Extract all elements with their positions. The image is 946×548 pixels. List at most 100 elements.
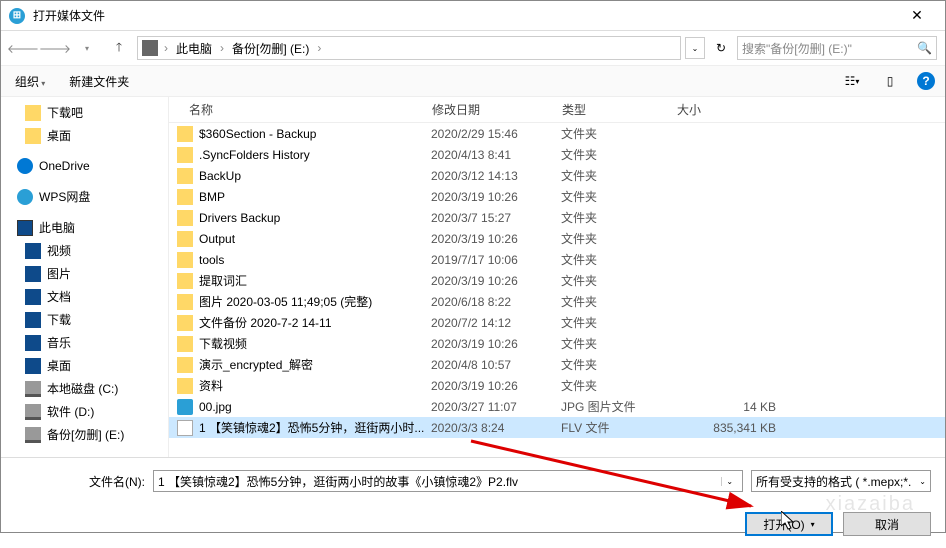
sidebar: 下载吧 桌面 OneDrive WPS网盘 此电脑 视频 图片 文档 下载 音乐… [1, 97, 169, 457]
address-bar[interactable]: › 此电脑 › 备份[勿删] (E:) › [137, 36, 681, 60]
sidebar-item-downloadba[interactable]: 下载吧 [1, 101, 168, 124]
cancel-button[interactable]: 取消 [843, 512, 931, 536]
newfolder-button[interactable]: 新建文件夹 [65, 71, 133, 92]
file-icon [177, 399, 193, 415]
file-row[interactable]: 演示_encrypted_解密2020/4/8 10:57文件夹 [169, 354, 945, 375]
sidebar-item-drive-e[interactable]: 备份[勿删] (E:) [1, 423, 168, 446]
file-type: 文件夹 [561, 314, 676, 331]
chevron-right-icon[interactable]: › [162, 41, 170, 55]
file-row[interactable]: Output2020/3/19 10:26文件夹 [169, 228, 945, 249]
filename-input-wrap: ⌄ [153, 470, 743, 492]
filename-input[interactable] [158, 474, 721, 488]
file-name: 00.jpg [199, 400, 431, 414]
window-title: 打开媒体文件 [33, 7, 897, 24]
folder-icon [177, 252, 193, 268]
file-name: $360Section - Backup [199, 127, 431, 141]
sidebar-item-pictures[interactable]: 图片 [1, 262, 168, 285]
downloads-icon [25, 312, 41, 328]
file-row[interactable]: Drivers Backup2020/3/7 15:27文件夹 [169, 207, 945, 228]
close-button[interactable]: ✕ [897, 7, 937, 24]
pictures-icon [25, 266, 41, 282]
file-row[interactable]: tools2019/7/17 10:06文件夹 [169, 249, 945, 270]
back-button[interactable]: 🡐 [9, 34, 37, 62]
file-type: 文件夹 [561, 125, 676, 142]
drive-icon [25, 404, 41, 420]
sidebar-item-desktop[interactable]: 桌面 [1, 124, 168, 147]
organize-button[interactable]: 组织 [11, 71, 49, 92]
folder-icon [177, 378, 193, 394]
file-type: JPG 图片文件 [561, 398, 676, 415]
file-row[interactable]: 资料2020/3/19 10:26文件夹 [169, 375, 945, 396]
breadcrumb-pc[interactable]: 此电脑 [174, 40, 214, 57]
sidebar-item-desktop2[interactable]: 桌面 [1, 354, 168, 377]
file-name: BMP [199, 190, 431, 204]
recent-dropdown[interactable]: ▾ [73, 34, 101, 62]
column-size[interactable]: 大小 [669, 101, 769, 118]
bottom-panel: 文件名(N): ⌄ 所有受支持的格式 ( *.mepx;*. ⌄ 打开(O)▾ … [1, 457, 945, 548]
file-date: 2020/4/8 10:57 [431, 358, 561, 372]
file-type: 文件夹 [561, 251, 676, 268]
file-type: 文件夹 [561, 230, 676, 247]
file-row[interactable]: 下载视频2020/3/19 10:26文件夹 [169, 333, 945, 354]
sidebar-item-music[interactable]: 音乐 [1, 331, 168, 354]
chevron-right-icon[interactable]: › [218, 41, 226, 55]
file-name: .SyncFolders History [199, 148, 431, 162]
file-icon [177, 420, 193, 436]
sidebar-item-wps[interactable]: WPS网盘 [1, 185, 168, 208]
file-row[interactable]: 00.jpg2020/3/27 11:07JPG 图片文件14 KB [169, 396, 945, 417]
sidebar-item-downloads[interactable]: 下载 [1, 308, 168, 331]
titlebar: ⊞ 打开媒体文件 ✕ [1, 1, 945, 31]
sidebar-item-video[interactable]: 视频 [1, 239, 168, 262]
filename-dropdown[interactable]: ⌄ [721, 477, 738, 486]
view-options-button[interactable]: ☷ ▾ [841, 70, 863, 92]
file-date: 2020/3/27 11:07 [431, 400, 561, 414]
search-icon[interactable]: 🔍 [917, 41, 932, 55]
file-date: 2020/3/3 8:24 [431, 421, 561, 435]
file-type: 文件夹 [561, 209, 676, 226]
sidebar-item-drive-c[interactable]: 本地磁盘 (C:) [1, 377, 168, 400]
file-row[interactable]: BackUp2020/3/12 14:13文件夹 [169, 165, 945, 186]
file-date: 2020/4/13 8:41 [431, 148, 561, 162]
preview-pane-button[interactable]: ▯ [879, 70, 901, 92]
open-button[interactable]: 打开(O)▾ [745, 512, 833, 536]
column-date[interactable]: 修改日期 [424, 101, 554, 118]
folder-icon [177, 231, 193, 247]
file-row[interactable]: $360Section - Backup2020/2/29 15:46文件夹 [169, 123, 945, 144]
sidebar-item-documents[interactable]: 文档 [1, 285, 168, 308]
file-size: 14 KB [676, 400, 776, 414]
sidebar-item-onedrive[interactable]: OneDrive [1, 155, 168, 177]
file-name: 提取词汇 [199, 272, 431, 289]
folder-icon [177, 294, 193, 310]
file-name: tools [199, 253, 431, 267]
file-type-filter[interactable]: 所有受支持的格式 ( *.mepx;*. ⌄ [751, 470, 931, 492]
file-name: 图片 2020-03-05 11;49;05 (完整) [199, 293, 431, 310]
up-button[interactable]: 🡑 [105, 34, 133, 62]
breadcrumb-drive[interactable]: 备份[勿删] (E:) [230, 40, 311, 57]
sidebar-item-thispc[interactable]: 此电脑 [1, 216, 168, 239]
refresh-button[interactable]: ↻ [709, 37, 733, 59]
pc-icon [17, 220, 33, 236]
column-type[interactable]: 类型 [554, 101, 669, 118]
drive-icon [142, 40, 158, 56]
file-row[interactable]: 1 【笑镇惊魂2】恐怖5分钟，逛街两小时...2020/3/3 8:24FLV … [169, 417, 945, 438]
column-name[interactable]: 名称 [169, 101, 424, 118]
file-row[interactable]: 提取词汇2020/3/19 10:26文件夹 [169, 270, 945, 291]
file-type: 文件夹 [561, 335, 676, 352]
file-row[interactable]: BMP2020/3/19 10:26文件夹 [169, 186, 945, 207]
chevron-right-icon[interactable]: › [315, 41, 323, 55]
search-input[interactable]: 搜索"备份[勿删] (E:)" 🔍 [737, 36, 937, 60]
file-row[interactable]: .SyncFolders History2020/4/13 8:41文件夹 [169, 144, 945, 165]
open-split-dropdown[interactable]: ▾ [811, 520, 815, 529]
file-type: FLV 文件 [561, 419, 676, 436]
file-row[interactable]: 文件备份 2020-7-2 14-112020/7/2 14:12文件夹 [169, 312, 945, 333]
file-list[interactable]: $360Section - Backup2020/2/29 15:46文件夹.S… [169, 123, 945, 457]
filename-label: 文件名(N): [15, 473, 145, 490]
sidebar-item-drive-d[interactable]: 软件 (D:) [1, 400, 168, 423]
folder-icon [177, 210, 193, 226]
column-headers: 名称 修改日期 类型 大小 [169, 97, 945, 123]
address-dropdown[interactable]: ⌄ [685, 37, 705, 59]
file-date: 2020/3/19 10:26 [431, 190, 561, 204]
file-date: 2020/7/2 14:12 [431, 316, 561, 330]
help-icon[interactable]: ? [917, 72, 935, 90]
file-row[interactable]: 图片 2020-03-05 11;49;05 (完整)2020/6/18 8:2… [169, 291, 945, 312]
